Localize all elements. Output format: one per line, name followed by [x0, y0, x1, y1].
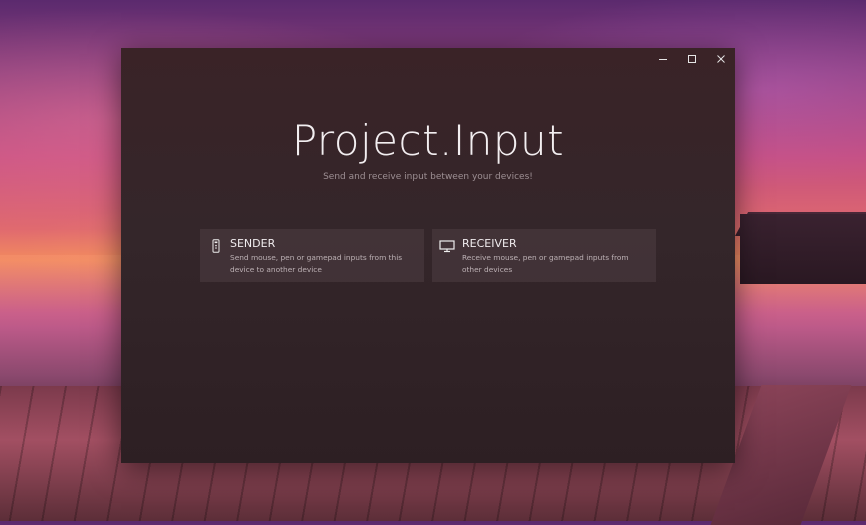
app-title: Project.Input [291, 116, 565, 165]
receiver-title: RECEIVER [462, 237, 517, 250]
sender-description: Send mouse, pen or gamepad inputs from t… [230, 253, 403, 274]
app-subtitle: Send and receive input between your devi… [323, 172, 533, 182]
sender-card[interactable]: SENDER Send mouse, pen or gamepad inputs… [200, 229, 424, 282]
receiver-card[interactable]: RECEIVER Receive mouse, pen or gamepad i… [432, 229, 656, 282]
minimize-button[interactable] [648, 48, 677, 70]
monitor-icon [439, 240, 455, 253]
remote-icon [212, 239, 220, 253]
app-window: Project.Input Send and receive input bet… [121, 48, 735, 463]
close-button[interactable] [706, 48, 735, 70]
minimize-icon [658, 59, 667, 60]
wallpaper-hut [740, 214, 866, 284]
receiver-description: Receive mouse, pen or gamepad inputs fro… [462, 253, 629, 274]
maximize-icon [687, 55, 696, 63]
close-icon [716, 55, 725, 63]
maximize-button[interactable] [677, 48, 706, 70]
title-bar [648, 48, 735, 70]
sender-title: SENDER [230, 237, 276, 250]
